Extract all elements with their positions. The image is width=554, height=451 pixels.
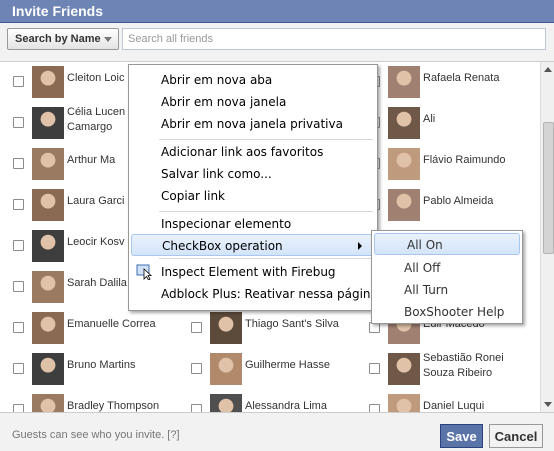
friend-row: Bruno Martins Guilherme Hasse Sebastião Ro… (0, 349, 540, 390)
friend-name: Thiago Sant's Silva (245, 318, 339, 330)
friend-name: Guilherme Hasse (245, 359, 330, 371)
friend-checkbox[interactable] (13, 240, 24, 251)
submenu-item-all-off[interactable]: All Off (404, 261, 440, 275)
friend-name: Pablo Almeida (423, 195, 494, 207)
menu-item-inspect-element[interactable]: Inspecionar elemento (161, 217, 291, 231)
search-by-dropdown[interactable]: Search by Name (7, 28, 119, 50)
friend-name: Daniel Luqui (423, 400, 485, 412)
filter-bar: Search by Name Search all friends (0, 23, 554, 62)
dialog-titlebar: Invite Friends (0, 0, 554, 23)
menu-item-checkbox-operation[interactable]: CheckBox operation (131, 234, 375, 256)
friend-checkbox[interactable] (191, 322, 202, 333)
menu-item-open-new-tab[interactable]: Abrir em nova aba (161, 73, 272, 87)
friend-avatar (32, 230, 64, 262)
menu-separator (159, 211, 373, 212)
friend-avatar (32, 312, 64, 344)
friend-name: Alessandra Lima (245, 400, 327, 412)
friend-checkbox[interactable] (13, 117, 24, 128)
menu-item-open-private-window[interactable]: Abrir em nova janela privativa (161, 117, 343, 131)
chevron-down-icon (104, 37, 112, 42)
dropdown-label: Search by Name (15, 33, 101, 45)
friend-avatar (210, 312, 242, 344)
friend-checkbox[interactable] (13, 322, 24, 333)
friend-checkbox[interactable] (191, 404, 202, 412)
menu-item-open-new-window[interactable]: Abrir em nova janela (161, 95, 286, 109)
save-button[interactable]: Save (440, 424, 483, 448)
menu-separator (159, 258, 373, 259)
friend-avatar (388, 66, 420, 98)
friend-avatar (32, 353, 64, 385)
friend-name: Ali (423, 113, 436, 125)
context-menu: Abrir em nova aba Abrir em nova janela A… (128, 64, 378, 311)
friend-avatar (388, 189, 420, 221)
dialog-footer: Guests can see who you invite. [?] Save … (0, 412, 554, 451)
menu-item-copy-link[interactable]: Copiar link (161, 189, 225, 203)
cancel-button[interactable]: Cancel (489, 424, 543, 448)
menu-item-bookmark-link[interactable]: Adicionar link aos favoritos (161, 145, 323, 159)
friend-checkbox[interactable] (13, 76, 24, 87)
friend-avatar (32, 148, 64, 180)
submenu-arrow-icon (358, 242, 362, 250)
friend-name: Flávio Raimundo (423, 154, 506, 166)
friend-name: Bradley Thompson (67, 400, 160, 412)
friend-row: Bradley Thompson Alessandra Lima Daniel Lu… (0, 390, 540, 412)
friend-checkbox[interactable] (369, 404, 380, 412)
scroll-thumb[interactable] (543, 122, 554, 254)
scroll-up-icon[interactable] (544, 67, 552, 72)
friend-name: Rafaela Renata (423, 72, 500, 84)
friend-avatar (388, 353, 420, 385)
friend-avatar (210, 394, 242, 412)
friend-avatar (388, 148, 420, 180)
friend-checkbox[interactable] (369, 363, 380, 374)
friend-name: Sebastião Ronei Souza Ribeiro (423, 352, 504, 379)
friend-name: Bruno Martins (67, 359, 136, 371)
friend-avatar (32, 189, 64, 221)
scroll-down-icon[interactable] (544, 402, 552, 407)
firebug-icon (136, 264, 154, 283)
submenu-item-all-turn[interactable]: All Turn (404, 283, 448, 297)
guest-note: Guests can see who you invite. [?] (12, 429, 180, 441)
menu-item-save-link[interactable]: Salvar link como... (161, 167, 272, 181)
friend-checkbox[interactable] (13, 404, 24, 412)
friend-checkbox[interactable] (13, 281, 24, 292)
search-input[interactable]: Search all friends (122, 28, 546, 50)
friend-avatar (32, 394, 64, 412)
menu-item-adblock-reenable[interactable]: Adblock Plus: Reativar nessa página (161, 287, 378, 301)
submenu-item-all-on[interactable]: All On (374, 233, 520, 255)
friend-checkbox[interactable] (13, 158, 24, 169)
friend-avatar (388, 107, 420, 139)
friend-avatar (32, 271, 64, 303)
checkbox-operation-submenu: All On All Off All Turn BoxShooter Help (371, 230, 523, 324)
friend-avatar (32, 107, 64, 139)
friend-name: Emanuelle Correa (67, 318, 156, 330)
menu-separator (159, 139, 373, 140)
friend-checkbox[interactable] (13, 363, 24, 374)
friend-avatar (388, 394, 420, 412)
friend-checkbox[interactable] (13, 199, 24, 210)
submenu-item-label: All On (407, 238, 443, 252)
friend-avatar (210, 353, 242, 385)
submenu-item-boxshooter-help[interactable]: BoxShooter Help (404, 305, 504, 319)
friend-checkbox[interactable] (191, 363, 202, 374)
friend-avatar (32, 66, 64, 98)
dialog-title: Invite Friends (12, 3, 104, 19)
scrollbar[interactable] (540, 62, 554, 412)
menu-item-inspect-firebug[interactable]: Inspect Element with Firebug (161, 265, 336, 279)
menu-item-label: CheckBox operation (162, 239, 283, 253)
